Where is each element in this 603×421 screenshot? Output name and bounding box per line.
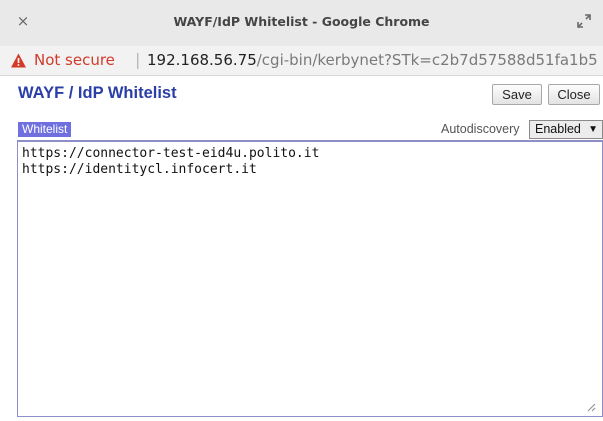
page-title: WAYF / IdP Whitelist (18, 84, 177, 102)
autodiscovery-value: Enabled (535, 122, 581, 136)
not-secure-label[interactable]: Not secure (34, 51, 115, 69)
whitelist-entry: https://connector-test-eid4u.polito.it (22, 146, 320, 161)
url-text[interactable]: 192.168.56.75/cgi-bin/kerbynet?STk=c2b7d… (147, 51, 597, 69)
window-title: WAYF/IdP Whitelist - Google Chrome (173, 14, 430, 29)
warning-icon (10, 52, 27, 69)
whitelist-textarea[interactable]: https://connector-test-eid4u.polito.it h… (17, 140, 603, 417)
autodiscovery-label: Autodiscovery (441, 122, 520, 136)
dropdown-arrow-icon: ▼ (588, 124, 598, 135)
save-button[interactable]: Save (492, 84, 542, 105)
window-titlebar: × WAYF/IdP Whitelist - Google Chrome (0, 0, 603, 46)
address-separator: | (135, 50, 141, 69)
url-path: /cgi-bin/kerbynet?STk=c2b7d57588d51fa1b5… (256, 51, 597, 69)
url-host: 192.168.56.75 (147, 51, 257, 69)
address-bar[interactable]: Not secure | 192.168.56.75/cgi-bin/kerby… (0, 46, 603, 76)
maximize-icon[interactable] (575, 12, 593, 30)
resize-handle-icon[interactable] (587, 401, 596, 412)
autodiscovery-select[interactable]: Enabled ▼ (529, 120, 603, 139)
close-button[interactable]: Close (548, 84, 600, 105)
whitelist-tab-label: Whitelist (18, 122, 72, 137)
whitelist-entry: https://identitycl.infocert.it (22, 162, 257, 177)
